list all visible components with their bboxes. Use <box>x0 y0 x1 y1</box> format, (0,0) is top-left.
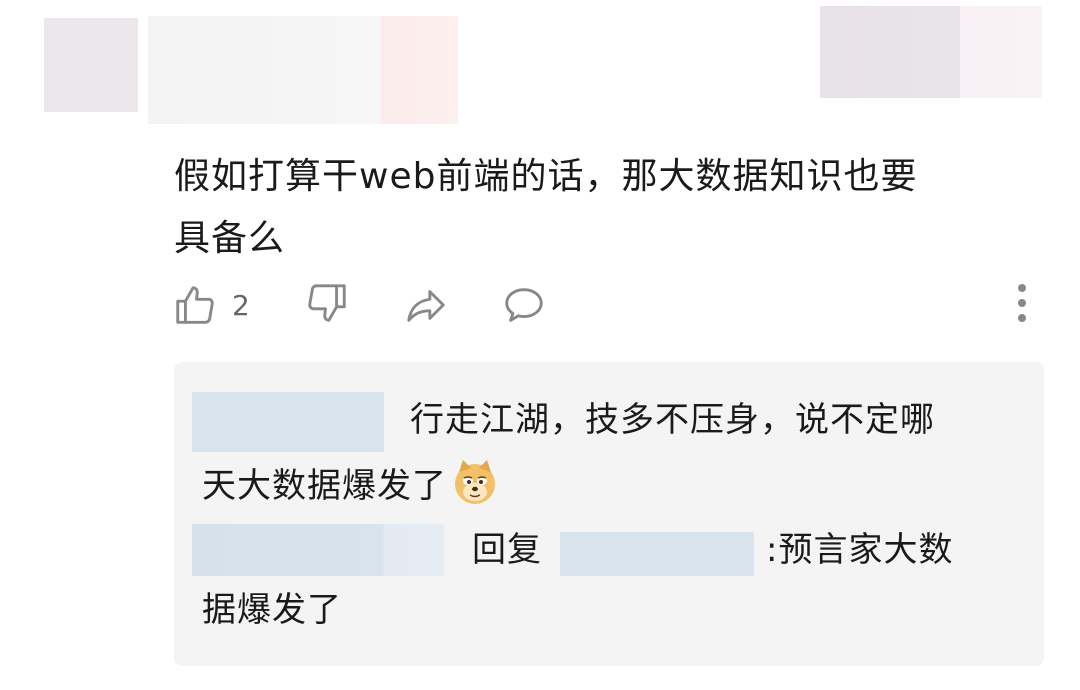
reply-button[interactable] <box>500 282 548 328</box>
reply-1-text-2: 天大数据爆发了 <box>202 466 447 506</box>
share-button[interactable] <box>402 282 450 328</box>
doge-emoji <box>451 458 499 517</box>
avatar[interactable] <box>44 18 138 112</box>
dislike-button[interactable] <box>304 280 350 326</box>
share-icon <box>402 282 450 328</box>
reply-2-username-blur[interactable] <box>192 524 444 576</box>
thumbs-down-icon <box>304 280 350 326</box>
reply-1-line-1: 行走江湖，技多不压身，说不定哪 <box>410 400 935 440</box>
comment-line-2: 具备么 <box>174 218 286 259</box>
comment-icon <box>500 282 548 328</box>
like-button[interactable]: 2 <box>172 282 250 328</box>
reply-2-line-1: :预言家大数 <box>766 530 954 570</box>
reply-2-line-2: 据爆发了 <box>202 590 342 630</box>
more-vertical-icon <box>1006 282 1038 324</box>
more-button[interactable] <box>1006 282 1038 324</box>
reply-2-target-username-blur[interactable] <box>560 532 754 576</box>
reply-1-line-2: 天大数据爆发了 <box>202 458 499 517</box>
comment-line-1: 假如打算干web前端的话，那大数据知识也要 <box>174 156 918 197</box>
header-action-blur[interactable] <box>820 6 1042 98</box>
thumbs-up-icon <box>172 282 218 328</box>
replies-box[interactable]: 行走江湖，技多不压身，说不定哪 天大数据爆发了 回复 :预言家大数 据爆发了 <box>174 362 1044 666</box>
like-count: 2 <box>232 288 250 322</box>
username-blur[interactable] <box>148 16 458 124</box>
comment-text: 假如打算干web前端的话，那大数据知识也要 具备么 <box>174 146 1054 270</box>
reply-2-reply-word: 回复 <box>472 530 542 570</box>
comment-actions: 2 <box>0 278 1080 332</box>
reply-1-username-blur[interactable] <box>192 392 384 452</box>
